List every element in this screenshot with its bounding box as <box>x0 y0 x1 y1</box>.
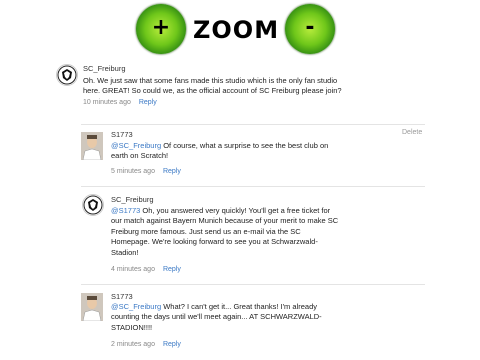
comment-author[interactable]: SC_Freiburg <box>111 195 154 204</box>
avatar[interactable] <box>81 293 103 321</box>
comment-author[interactable]: SC_Freiburg <box>83 64 126 73</box>
comment-text: Oh. We just saw that some fans made this… <box>83 76 342 96</box>
sc-freiburg-logo-icon <box>57 65 77 85</box>
comment-text: @SC_Freiburg What? I can't get it... Gre… <box>111 302 322 332</box>
plus-icon: + <box>151 15 171 40</box>
comment-time: 5 minutes ago <box>111 168 155 175</box>
comment-meta: 5 minutes ago Reply <box>111 168 181 175</box>
mention-link[interactable]: @SC_Freiburg <box>111 302 161 311</box>
divider <box>81 124 425 125</box>
comment-author[interactable]: S1773 <box>111 292 133 301</box>
user-photo-icon <box>81 293 103 321</box>
reply-link[interactable]: Reply <box>163 341 181 348</box>
comment-time: 4 minutes ago <box>111 266 155 273</box>
avatar[interactable] <box>81 132 103 160</box>
user-photo-icon <box>81 132 103 160</box>
comment-meta: 2 minutes ago Reply <box>111 341 181 348</box>
zoom-title: ZOOM <box>193 16 280 44</box>
avatar[interactable] <box>56 64 78 86</box>
divider <box>81 284 425 285</box>
zoom-out-button[interactable]: - <box>285 4 335 54</box>
comment-text: @SC_Freiburg Of course, what a surprise … <box>111 141 329 161</box>
mention-link[interactable]: @S1773 <box>111 206 140 215</box>
sc-freiburg-logo-icon <box>83 195 103 215</box>
minus-icon: - <box>305 15 315 40</box>
comment-author[interactable]: S1773 <box>111 130 133 139</box>
mention-link[interactable]: @SC_Freiburg <box>111 141 161 150</box>
comment-time: 10 minutes ago <box>83 99 131 106</box>
delete-link[interactable]: Delete <box>402 129 422 136</box>
comment-time: 2 minutes ago <box>111 341 155 348</box>
reply-link[interactable]: Reply <box>163 168 181 175</box>
divider <box>81 186 425 187</box>
comment-meta: 10 minutes ago Reply <box>83 99 157 106</box>
comment-text: @S1773 Oh, you answered very quickly! Yo… <box>111 206 339 257</box>
avatar[interactable] <box>82 194 104 216</box>
zoom-in-button[interactable]: + <box>136 4 186 54</box>
comment-meta: 4 minutes ago Reply <box>111 266 181 273</box>
reply-link[interactable]: Reply <box>163 266 181 273</box>
zoom-toolbar: + ZOOM - <box>0 0 480 62</box>
reply-link[interactable]: Reply <box>139 99 157 106</box>
